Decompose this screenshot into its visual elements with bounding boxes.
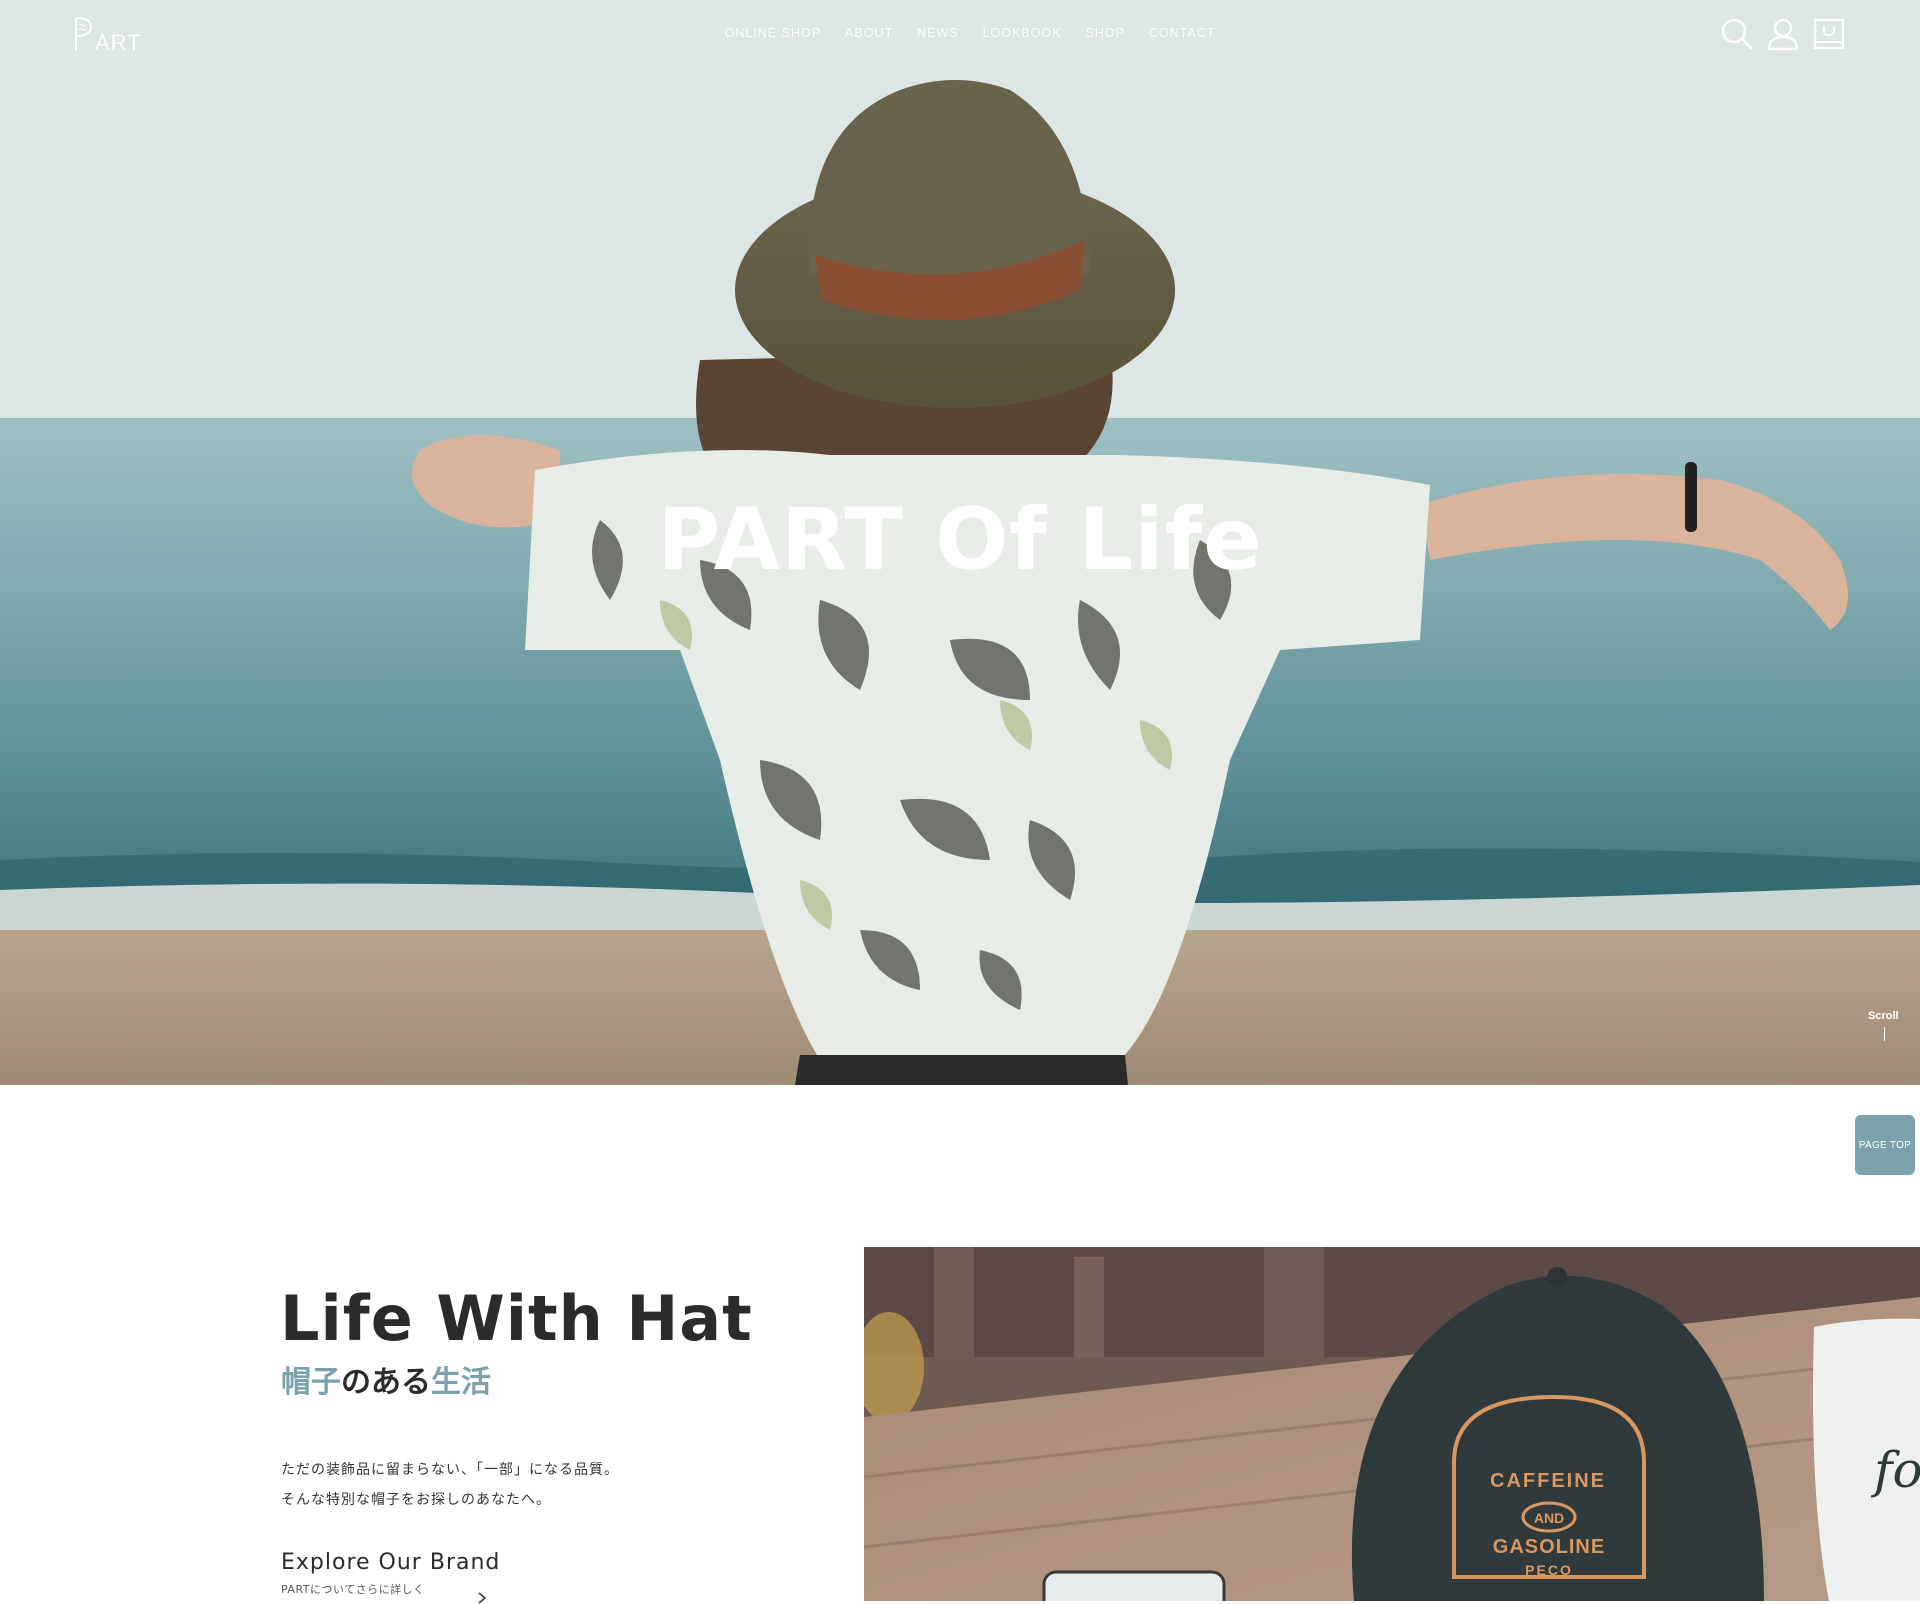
main-nav: ONLINE SHOP ABOUT NEWS LOOKBOOK SHOP CON… — [0, 26, 1920, 40]
nav-lookbook[interactable]: LOOKBOOK — [983, 26, 1062, 40]
scroll-label[interactable]: Scroll — [1868, 1010, 1899, 1022]
scroll-indicator-line — [1884, 1027, 1885, 1041]
brand-photo: CAFFEINE AND GASOLINE PECO forty — [864, 1247, 1920, 1601]
brand-description: ただの装飾品に留まらない、「一部」になる品質。 そんな特別な帽子をお探しのあなた… — [281, 1455, 619, 1515]
brand-subtitle-part: 生活 — [431, 1365, 491, 1400]
explore-brand-subtitle: PARTについてさらに詳しく — [281, 1583, 425, 1596]
nav-online-shop[interactable]: ONLINE SHOP — [725, 26, 821, 40]
svg-text:GASOLINE: GASOLINE — [1493, 1536, 1605, 1558]
svg-text:PECO: PECO — [1525, 1562, 1573, 1578]
svg-text:forty: forty — [1870, 1441, 1920, 1499]
top-bar: ART ONLINE SHOP ABOUT NEWS LOOKBOOK SHOP… — [0, 0, 1920, 70]
page-top-button[interactable]: PAGE TOP — [1855, 1115, 1915, 1175]
svg-text:AND: AND — [1534, 1510, 1564, 1526]
brand-subtitle-part: 帽子 — [281, 1365, 341, 1400]
brand-title: Life With Hat — [280, 1282, 753, 1355]
explore-brand-title: Explore Our Brand — [281, 1550, 501, 1575]
hero-section: ART ONLINE SHOP ABOUT NEWS LOOKBOOK SHOP… — [0, 0, 1920, 1085]
nav-contact[interactable]: CONTACT — [1149, 26, 1216, 40]
explore-brand-link[interactable]: Explore Our Brand PARTについてさらに詳しく — [281, 1550, 501, 1604]
search-icon[interactable] — [1720, 16, 1754, 52]
hero-title: PART Of Life — [657, 490, 1263, 590]
svg-text:CAFFEINE: CAFFEINE — [1490, 1470, 1606, 1492]
nav-shop[interactable]: SHOP — [1085, 26, 1124, 40]
brand-description-line: そんな特別な帽子をお探しのあなたへ。 — [281, 1492, 551, 1508]
nav-about[interactable]: ABOUT — [845, 26, 893, 40]
nav-news[interactable]: NEWS — [917, 26, 959, 40]
brand-subtitle: 帽子のある生活 — [281, 1368, 491, 1398]
chevron-right-icon — [478, 1592, 487, 1604]
cart-icon[interactable] — [1812, 16, 1846, 52]
brand-subtitle-part: のある — [341, 1365, 431, 1400]
brand-description-line: ただの装飾品に留まらない、「一部」になる品質。 — [281, 1462, 619, 1478]
account-icon[interactable] — [1766, 16, 1800, 52]
